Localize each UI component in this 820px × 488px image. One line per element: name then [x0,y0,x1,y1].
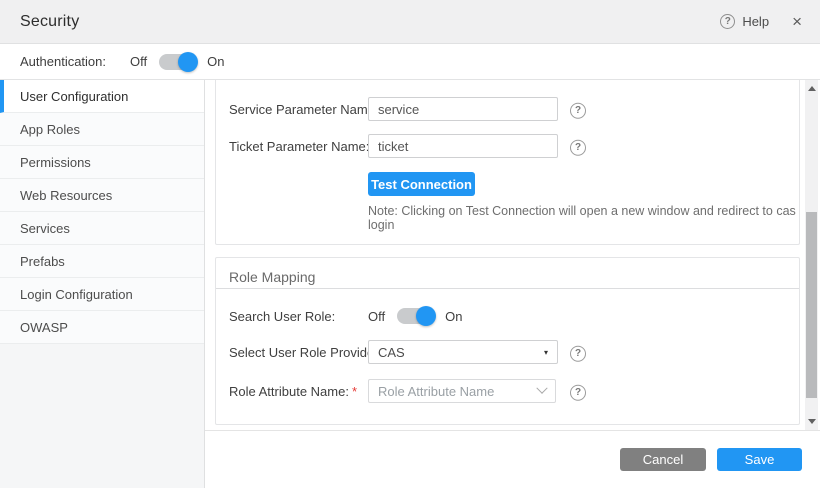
role-mapping-title: Role Mapping [229,269,315,285]
ticket-parameter-input[interactable] [368,134,558,158]
role-attribute-label-text: Role Attribute Name: [229,384,349,399]
question-icon: ? [570,384,586,400]
help-link[interactable]: Help [742,14,769,29]
authentication-toggle[interactable] [159,54,195,70]
toggle-knob [416,306,436,326]
sidebar-item-prefabs[interactable]: Prefabs [0,245,204,278]
sidebar-item-permissions[interactable]: Permissions [0,146,204,179]
sidebar-item-app-roles[interactable]: App Roles [0,113,204,146]
role-attribute-label: Role Attribute Name:* [229,384,357,399]
security-dialog: Security ? Help × Authentication: Off On… [0,0,820,488]
ticket-parameter-label: Ticket Parameter Name:* [229,139,377,154]
sidebar: User Configuration App Roles Permissions… [0,80,205,488]
footer-divider [205,430,820,431]
role-mapping-card: Role Mapping Search User Role: Off On Se… [215,257,800,425]
section-divider [216,288,799,289]
service-parameter-input[interactable] [368,97,558,121]
question-icon: ? [570,139,586,155]
sidebar-item-services[interactable]: Services [0,212,204,245]
cas-parameters-card: Service Parameter Name:* ? Ticket Parame… [215,80,800,245]
role-attribute-combobox[interactable]: Role Attribute Name [368,379,556,403]
search-user-role-label: Search User Role: [229,309,335,324]
search-user-role-off-label[interactable]: Off [368,309,385,324]
sidebar-item-web-resources[interactable]: Web Resources [0,179,204,212]
authentication-row: Authentication: Off On [0,44,820,80]
sidebar-item-login-configuration[interactable]: Login Configuration [0,278,204,311]
authentication-label: Authentication: [20,54,106,69]
main-content: Service Parameter Name:* ? Ticket Parame… [205,80,820,488]
required-asterisk: * [352,384,357,399]
test-connection-button[interactable]: Test Connection [368,172,475,196]
save-button[interactable]: Save [717,448,802,471]
authentication-off-label[interactable]: Off [130,54,147,69]
search-user-role-on-label[interactable]: On [445,309,462,324]
user-role-provider-value: CAS [378,345,405,360]
caret-down-icon: ▾ [544,348,548,357]
service-parameter-label: Service Parameter Name:* [229,102,387,117]
help-circle-icon[interactable]: ? [720,14,735,29]
scroll-down-arrow[interactable] [805,415,818,428]
test-connection-note: Note: Clicking on Test Connection will o… [368,204,799,232]
toggle-knob [178,52,198,72]
ticket-parameter-label-text: Ticket Parameter Name: [229,139,369,154]
role-attribute-placeholder: Role Attribute Name [378,384,494,399]
triangle-up-icon [808,86,816,91]
ticket-parameter-help[interactable]: ? [570,137,586,156]
title-bar: Security ? Help × [0,0,820,44]
cancel-button[interactable]: Cancel [620,448,706,471]
sidebar-item-owasp[interactable]: OWASP [0,311,204,344]
chevron-down-icon [536,383,547,394]
triangle-down-icon [808,419,816,424]
scrollbar-thumb[interactable] [806,212,817,398]
user-role-provider-help[interactable]: ? [570,343,586,362]
question-icon: ? [570,345,586,361]
service-parameter-label-text: Service Parameter Name: [229,102,379,117]
authentication-on-label[interactable]: On [207,54,224,69]
page-title: Security [20,13,79,31]
search-user-role-toggle[interactable] [397,308,433,324]
sidebar-item-user-configuration[interactable]: User Configuration [0,80,204,113]
scroll-up-arrow[interactable] [805,82,818,95]
user-role-provider-label: Select User Role Provider: [229,345,382,360]
service-parameter-help[interactable]: ? [570,100,586,119]
vertical-scrollbar[interactable] [805,80,818,430]
role-attribute-help[interactable]: ? [570,382,586,401]
question-icon: ? [570,102,586,118]
user-role-provider-select[interactable]: CAS ▾ [368,340,558,364]
close-icon[interactable]: × [792,13,802,30]
